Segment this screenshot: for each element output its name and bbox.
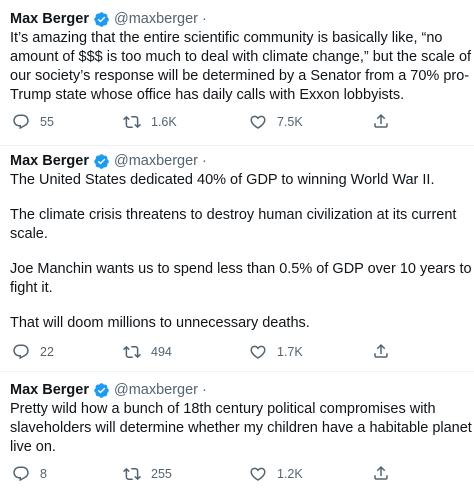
tweet-header: Max Berger @maxberger · bbox=[10, 9, 466, 29]
like-button[interactable]: 1.2K bbox=[249, 464, 303, 484]
tweet-text: Pretty wild how a bunch of 18th century … bbox=[10, 400, 474, 457]
text-line: Pretty wild how a bunch of 18th century … bbox=[10, 401, 436, 417]
reply-count: 8 bbox=[40, 467, 47, 481]
author-handle[interactable]: @maxberger bbox=[114, 151, 198, 171]
text-line: Trump state whose office has daily calls… bbox=[10, 87, 405, 103]
share-button[interactable] bbox=[372, 342, 400, 360]
retweet-button[interactable]: 494 bbox=[123, 342, 172, 362]
heart-icon bbox=[250, 467, 266, 481]
retweet-button[interactable]: 1.6K bbox=[123, 112, 177, 132]
author-name[interactable]: Max Berger bbox=[10, 151, 89, 171]
reply-icon bbox=[13, 344, 29, 360]
share-button[interactable] bbox=[372, 464, 400, 482]
tweet-actions: 8 255 1.2K bbox=[0, 464, 474, 488]
tweet-header: Max Berger @maxberger · bbox=[10, 380, 466, 400]
tweet[interactable]: Max Berger @maxberger · Pretty wild how … bbox=[0, 372, 474, 496]
text-line: fight it. bbox=[10, 280, 53, 296]
reply-button[interactable]: 8 bbox=[12, 464, 47, 484]
reply-icon bbox=[13, 466, 29, 482]
tweet[interactable]: Max Berger @maxberger · It’s amazing tha… bbox=[0, 0, 474, 146]
reply-count: 22 bbox=[40, 345, 54, 359]
text-line: It’s amazing that the entire scientific … bbox=[10, 30, 443, 46]
like-count: 7.5K bbox=[277, 115, 303, 129]
retweet-count: 1.6K bbox=[151, 115, 177, 129]
like-button[interactable]: 7.5K bbox=[249, 112, 303, 132]
tweet-text: The United States dedicated 40% of GDP t… bbox=[10, 171, 472, 333]
like-button[interactable]: 1.7K bbox=[249, 342, 303, 362]
author-handle[interactable]: @maxberger bbox=[114, 9, 198, 29]
tweet-header: Max Berger @maxberger · bbox=[10, 151, 466, 171]
retweet-icon bbox=[123, 345, 141, 359]
separator-dot: · bbox=[202, 11, 207, 27]
tweet[interactable]: Max Berger @maxberger · The United State… bbox=[0, 146, 474, 372]
author-name[interactable]: Max Berger bbox=[10, 380, 89, 400]
reply-count: 55 bbox=[40, 115, 54, 129]
heart-icon bbox=[250, 115, 266, 129]
reply-icon bbox=[13, 114, 29, 130]
reply-button[interactable]: 55 bbox=[12, 112, 54, 132]
retweet-icon bbox=[123, 115, 141, 129]
share-icon bbox=[374, 113, 388, 128]
separator-dot: · bbox=[202, 382, 207, 398]
author-name[interactable]: Max Berger bbox=[10, 9, 89, 29]
retweet-count: 255 bbox=[151, 467, 172, 481]
reply-button[interactable]: 22 bbox=[12, 342, 54, 362]
text-line: The climate crisis threatens to destroy … bbox=[10, 207, 457, 223]
like-count: 1.7K bbox=[277, 345, 303, 359]
share-icon bbox=[374, 465, 388, 480]
share-icon bbox=[374, 343, 388, 358]
text-line: That will doom millions to unnecessary d… bbox=[10, 315, 310, 331]
verified-badge-icon bbox=[94, 153, 109, 169]
retweet-count: 494 bbox=[151, 345, 172, 359]
text-line: our society’s response will be determine… bbox=[10, 68, 470, 84]
author-handle[interactable]: @maxberger bbox=[114, 380, 198, 400]
text-line: The United States dedicated 40% of GDP t… bbox=[10, 172, 435, 188]
verified-badge-icon bbox=[94, 11, 109, 27]
verified-badge-icon bbox=[94, 382, 109, 398]
text-line: scale. bbox=[10, 226, 48, 242]
tweet-actions: 22 494 1.7K bbox=[0, 342, 474, 366]
text-line: amount of $$$ is too much to deal with c… bbox=[10, 49, 472, 65]
like-count: 1.2K bbox=[277, 467, 303, 481]
text-line: live on. bbox=[10, 439, 56, 455]
share-button[interactable] bbox=[372, 112, 400, 130]
heart-icon bbox=[250, 345, 266, 359]
tweet-text: It’s amazing that the entire scientific … bbox=[10, 29, 472, 105]
separator-dot: · bbox=[202, 153, 207, 169]
text-line: Joe Manchin wants us to spend less than … bbox=[10, 261, 472, 277]
retweet-icon bbox=[123, 467, 141, 481]
tweet-actions: 55 1.6K 7.5K bbox=[0, 112, 474, 136]
text-line: slaveholders will determine whether my c… bbox=[10, 420, 474, 436]
retweet-button[interactable]: 255 bbox=[123, 464, 172, 484]
